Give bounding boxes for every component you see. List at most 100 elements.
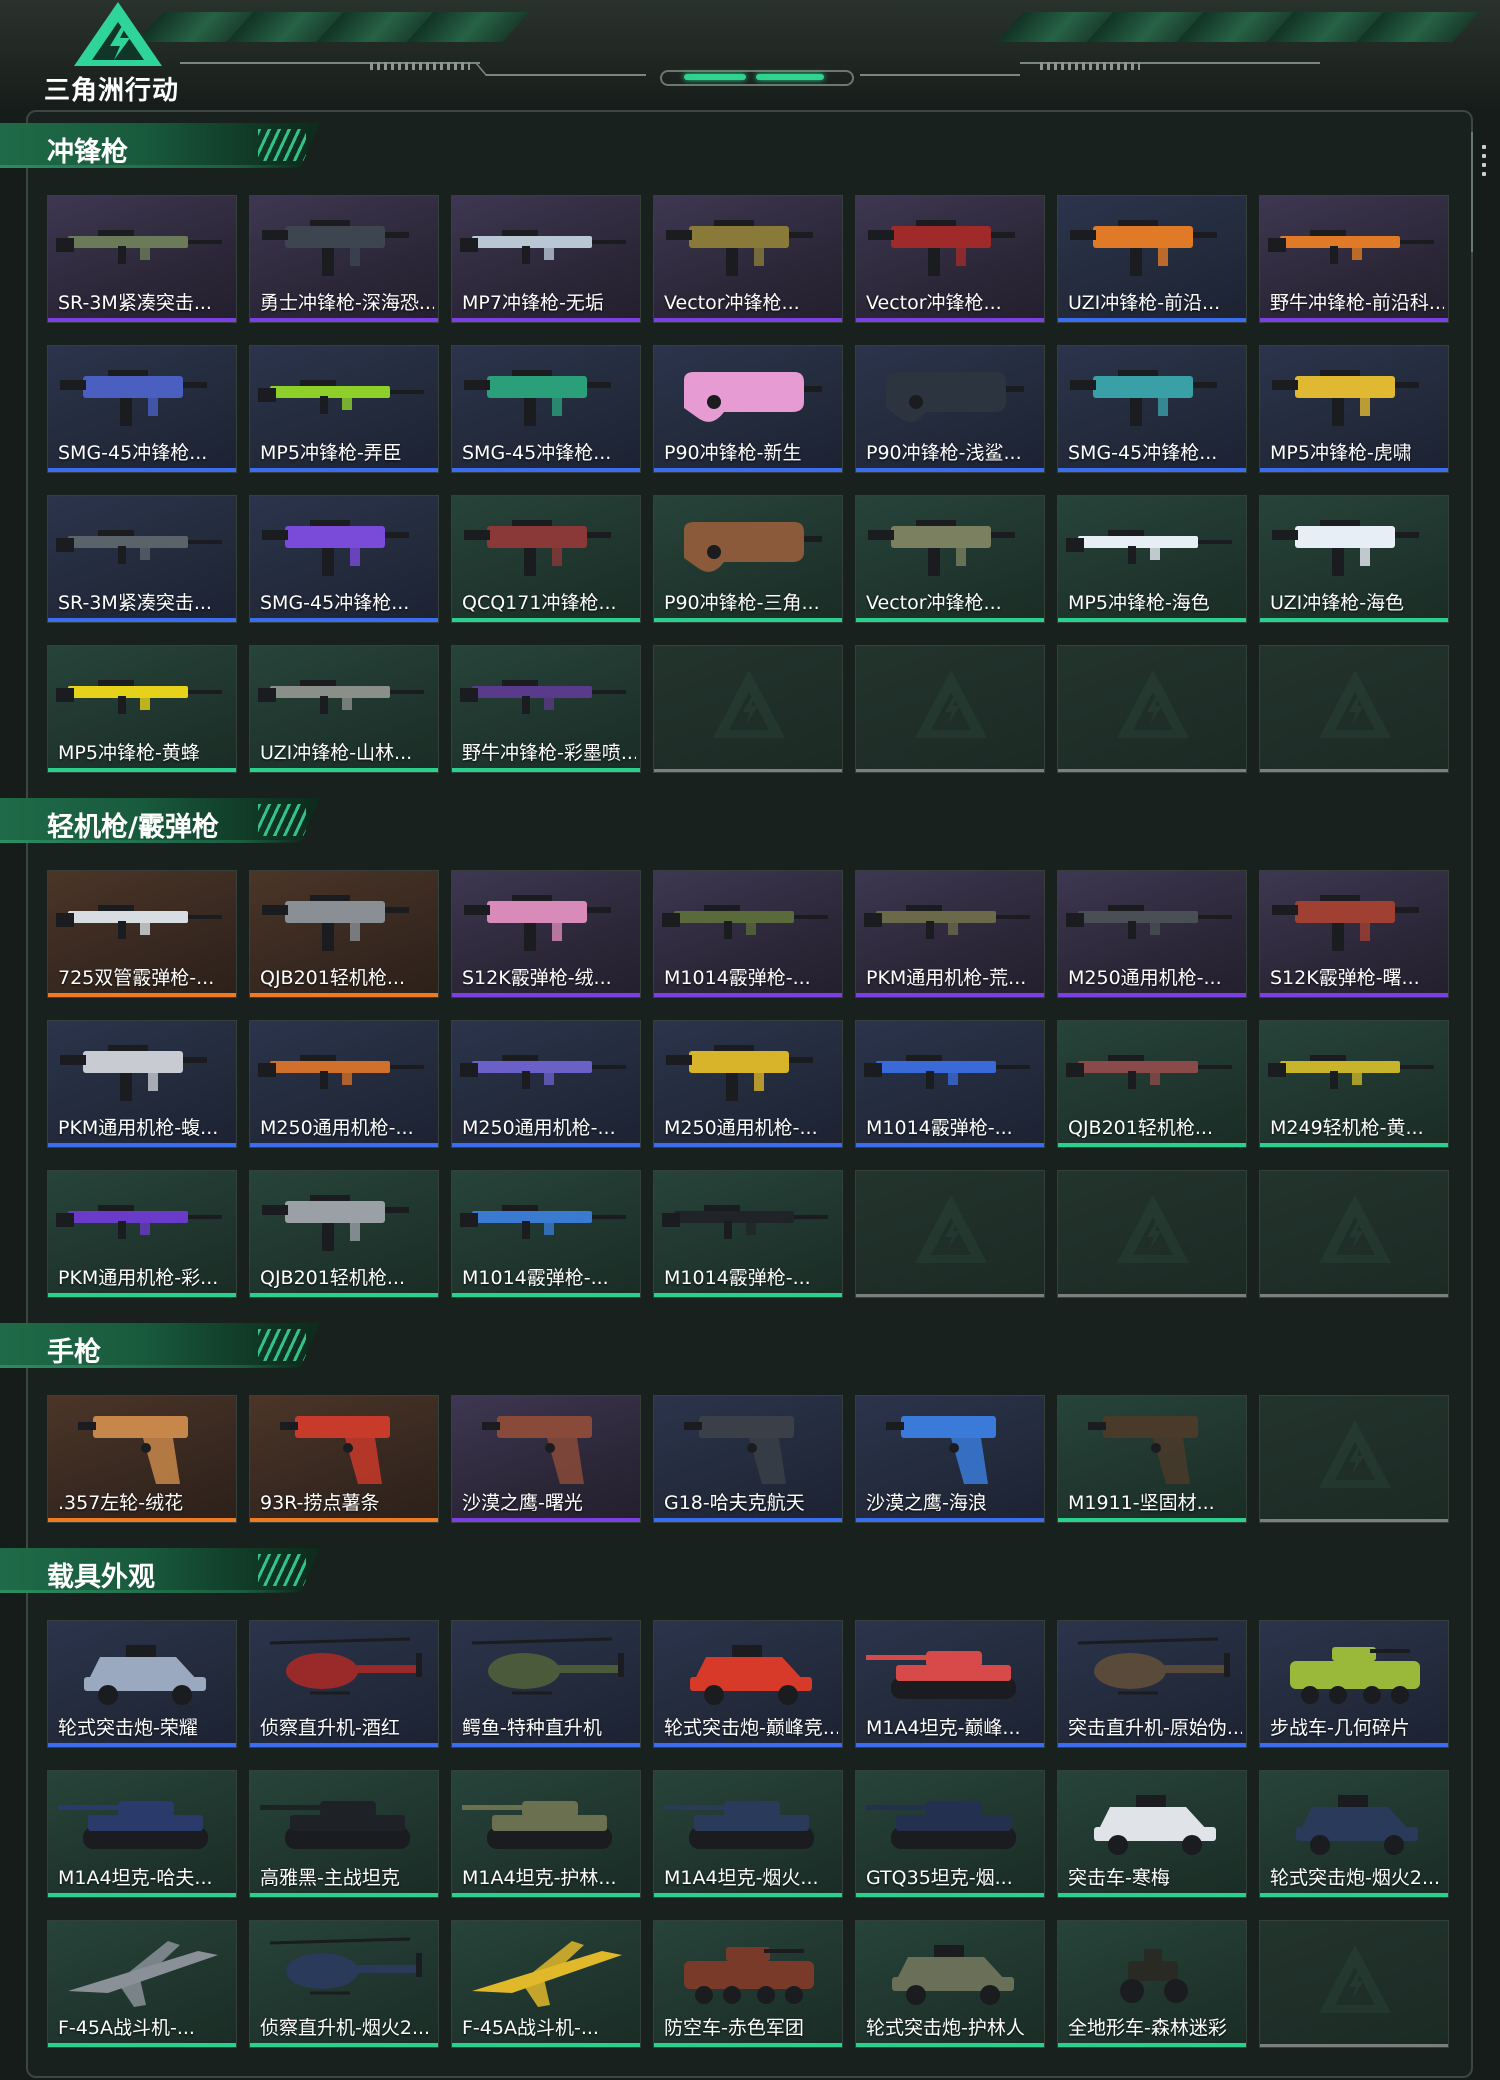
rarity-bar [856, 1294, 1044, 1297]
skin-name: PKM通用机枪-彩... [58, 1267, 219, 1289]
skin-card[interactable]: Vector冲锋枪... [855, 495, 1045, 623]
skin-name: M1A4坦克-护林... [462, 1867, 617, 1889]
skin-card[interactable]: Vector冲锋枪... [653, 195, 843, 323]
skin-card[interactable]: M1A4坦克-护林... [451, 1770, 641, 1898]
skin-card[interactable]: QJB201轻机枪... [1057, 1020, 1247, 1148]
skin-card[interactable]: QCQ171冲锋枪... [451, 495, 641, 623]
skin-name: SMG-45冲锋枪... [260, 592, 410, 614]
skin-card[interactable]: S12K霰弹枪-绒... [451, 870, 641, 998]
gun-skin-image [460, 1055, 626, 1089]
skin-card[interactable]: QJB201轻机枪... [249, 870, 439, 998]
skin-card[interactable]: PKM通用机枪-荒... [855, 870, 1045, 998]
skin-card[interactable]: M1014霰弹枪-... [653, 870, 843, 998]
skin-name: 步战车-几何碎片 [1270, 1717, 1410, 1739]
skin-name: 全地形车-森林迷彩 [1068, 2017, 1227, 2039]
skin-card[interactable]: G18-哈夫克航天 [653, 1395, 843, 1523]
section-header-vehicle: 载具外观 [0, 1548, 330, 1593]
skin-card[interactable]: 沙漠之鹰-曙光 [451, 1395, 641, 1523]
skin-card[interactable]: 全地形车-森林迷彩 [1057, 1920, 1247, 2048]
skin-card[interactable]: S12K霰弹枪-曙... [1259, 870, 1449, 998]
smg-skin-image [1070, 220, 1217, 276]
skin-card[interactable]: P90冲锋枪-三角... [653, 495, 843, 623]
skin-card[interactable]: SMG-45冲锋枪... [249, 495, 439, 623]
skin-card[interactable]: M1A4坦克-巅峰... [855, 1620, 1045, 1748]
skin-card[interactable]: P90冲锋枪-浅鲨... [855, 345, 1045, 473]
rarity-bar [1260, 1143, 1448, 1147]
skin-card[interactable]: SR-3M紧凑突击... [47, 495, 237, 623]
skin-card[interactable]: P90冲锋枪-新生 [653, 345, 843, 473]
skin-card[interactable]: 突击车-寒梅 [1057, 1770, 1247, 1898]
skin-card[interactable]: UZI冲锋枪-海色 [1259, 495, 1449, 623]
rarity-bar [48, 318, 236, 322]
skin-card[interactable]: SMG-45冲锋枪... [451, 345, 641, 473]
delta-watermark-icon [1319, 1945, 1391, 2013]
skin-card[interactable]: F-45A战斗机-... [451, 1920, 641, 2048]
rarity-bar [654, 318, 842, 322]
skin-card[interactable]: PKM通用机枪-彩... [47, 1170, 237, 1298]
smg-skin-image [464, 520, 611, 576]
skin-card[interactable]: M1014霰弹枪-... [855, 1020, 1045, 1148]
skin-card[interactable]: MP5冲锋枪-虎啸 [1259, 345, 1449, 473]
rarity-bar [856, 468, 1044, 472]
section-title: 载具外观 [47, 1562, 155, 1593]
game-logo-text: 三角洲行动 [44, 76, 180, 106]
skin-card[interactable]: GTQ35坦克-烟... [855, 1770, 1045, 1898]
skin-card[interactable]: PKM通用机枪-蝮... [47, 1020, 237, 1148]
skin-card[interactable]: UZI冲锋枪-前沿... [1057, 195, 1247, 323]
skin-card[interactable]: M250通用机枪-... [1057, 870, 1247, 998]
skin-name: 沙漠之鹰-曙光 [462, 1492, 583, 1514]
skin-card[interactable]: MP5冲锋枪-弄臣 [249, 345, 439, 473]
skin-card[interactable]: 步战车-几何碎片 [1259, 1620, 1449, 1748]
pistol-skin-image [78, 1416, 188, 1484]
skin-card[interactable]: SMG-45冲锋枪... [47, 345, 237, 473]
skin-card[interactable]: SR-3M紧凑突击... [47, 195, 237, 323]
skin-card[interactable]: MP5冲锋枪-海色 [1057, 495, 1247, 623]
skin-card[interactable]: 沙漠之鹰-海浪 [855, 1395, 1045, 1523]
skin-card[interactable]: Vector冲锋枪... [855, 195, 1045, 323]
gun-skin-image [258, 680, 424, 714]
rarity-bar [48, 993, 236, 997]
skin-card[interactable]: 侦察直升机-酒红 [249, 1620, 439, 1748]
skin-card[interactable]: M1A4坦克-烟火... [653, 1770, 843, 1898]
skin-card[interactable]: QJB201轻机枪... [249, 1170, 439, 1298]
gun-skin-image [56, 905, 222, 939]
skin-card[interactable]: M1A4坦克-哈夫... [47, 1770, 237, 1898]
gun-skin-image [1066, 905, 1232, 939]
skin-card[interactable]: MP7冲锋枪-无垢 [451, 195, 641, 323]
section-header-lmg-shotgun: 轻机枪/霰弹枪 [0, 798, 330, 843]
tank-skin-image [260, 1801, 410, 1849]
skin-card[interactable]: M1014霰弹枪-... [451, 1170, 641, 1298]
skin-name: GTQ35坦克-烟... [866, 1867, 1013, 1889]
skin-card[interactable]: 防空车-赤色军团 [653, 1920, 843, 2048]
skin-card[interactable]: UZI冲锋枪-山林... [249, 645, 439, 773]
skin-card[interactable]: 野牛冲锋枪-前沿科... [1259, 195, 1449, 323]
skin-card[interactable]: 轮式突击炮-巅峰竞... [653, 1620, 843, 1748]
rarity-bar [856, 769, 1044, 772]
skin-card[interactable]: M249轻机枪-黄... [1259, 1020, 1449, 1148]
skin-card[interactable]: 高雅黑-主战坦克 [249, 1770, 439, 1898]
skin-card[interactable]: 突击直升机-原始伪... [1057, 1620, 1247, 1748]
skin-card[interactable]: M250通用机枪-... [653, 1020, 843, 1148]
skin-card[interactable]: 93R-捞点薯条 [249, 1395, 439, 1523]
skin-card[interactable]: MP5冲锋枪-黄蜂 [47, 645, 237, 773]
skin-card[interactable]: 轮式突击炮-荣耀 [47, 1620, 237, 1748]
rarity-bar [250, 1893, 438, 1897]
more-options-icon[interactable] [1481, 145, 1487, 176]
skin-card[interactable]: 鳄鱼-特种直升机 [451, 1620, 641, 1748]
skin-name: SMG-45冲锋枪... [462, 442, 612, 464]
skin-card[interactable]: M1911-坚固材... [1057, 1395, 1247, 1523]
skin-card[interactable]: 勇士冲锋枪-深海恐... [249, 195, 439, 323]
skin-card[interactable]: F-45A战斗机-... [47, 1920, 237, 2048]
rarity-bar [654, 993, 842, 997]
skin-card[interactable]: M1014霰弹枪-... [653, 1170, 843, 1298]
skin-card[interactable]: 野牛冲锋枪-彩墨喷... [451, 645, 641, 773]
rarity-bar [250, 993, 438, 997]
skin-card[interactable]: 725双管霰弹枪-... [47, 870, 237, 998]
skin-card[interactable]: 侦察直升机-烟火2... [249, 1920, 439, 2048]
skin-card[interactable]: 轮式突击炮-烟火2... [1259, 1770, 1449, 1898]
skin-card[interactable]: M250通用机枪-... [451, 1020, 641, 1148]
skin-card[interactable]: 轮式突击炮-护林人 [855, 1920, 1045, 2048]
skin-card[interactable]: M250通用机枪-... [249, 1020, 439, 1148]
skin-card[interactable]: .357左轮-绒花 [47, 1395, 237, 1523]
skin-card[interactable]: SMG-45冲锋枪... [1057, 345, 1247, 473]
